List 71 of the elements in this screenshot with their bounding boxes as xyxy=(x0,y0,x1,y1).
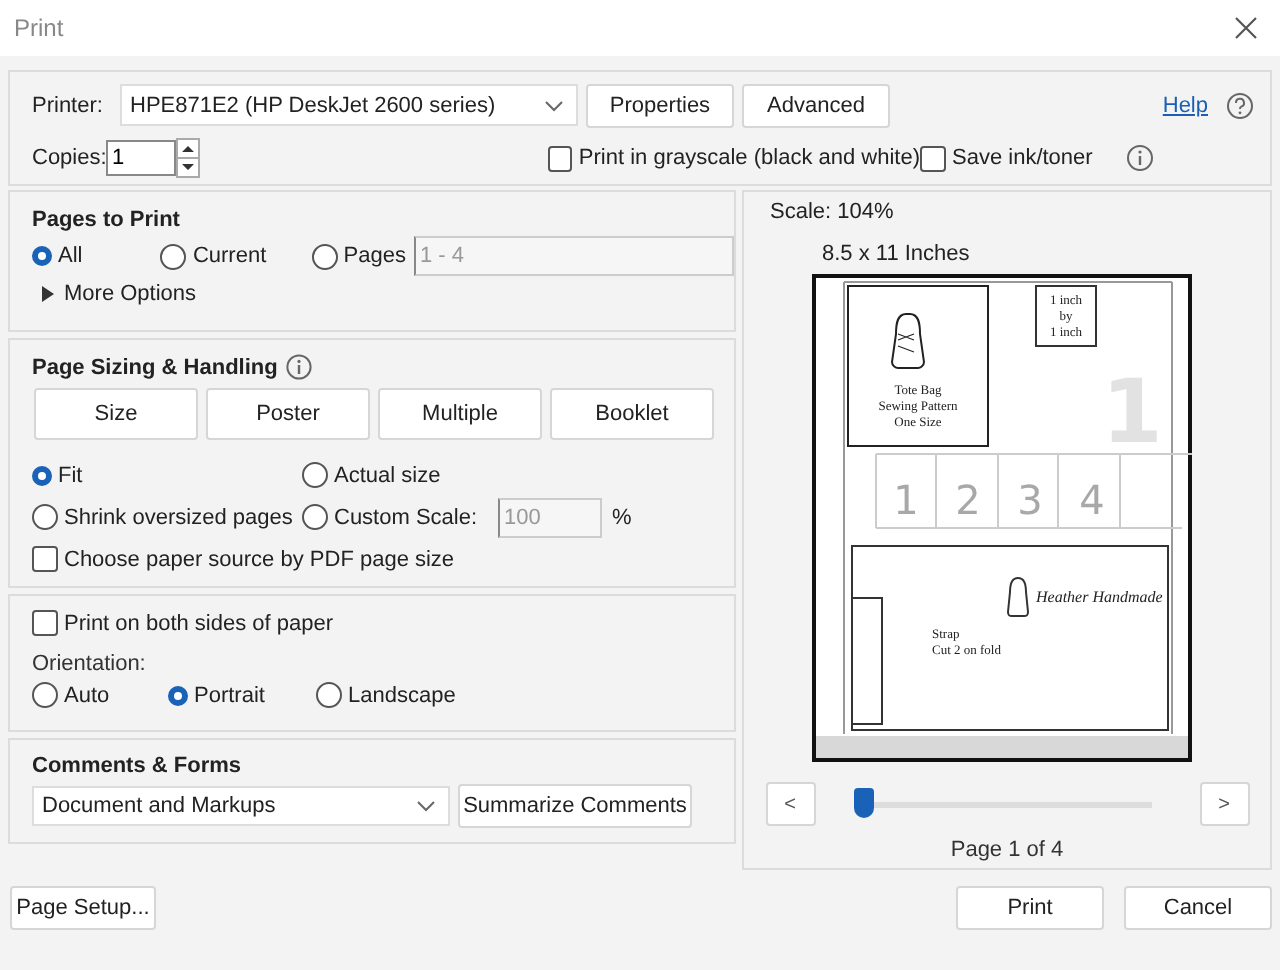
checkbox[interactable] xyxy=(548,145,573,171)
dialog-button[interactable]: Print xyxy=(956,886,1104,930)
radio-button[interactable] xyxy=(32,465,52,485)
dialog-button[interactable]: Advanced xyxy=(742,83,890,127)
chevron-down-icon xyxy=(544,99,564,111)
checkbox[interactable] xyxy=(920,145,946,171)
copies-label: Copies: xyxy=(32,146,106,170)
option-label: Custom Scale: xyxy=(334,505,478,529)
radio-button[interactable] xyxy=(32,682,58,708)
window-title: Print xyxy=(14,14,66,42)
checkbox-label: Choose paper source by PDF page size xyxy=(64,547,455,571)
dialog-button[interactable]: Properties xyxy=(586,83,734,127)
dialog-button[interactable]: Cancel xyxy=(1124,886,1272,930)
help-link[interactable]: Help xyxy=(1162,93,1208,117)
more-options-toggle[interactable]: More Options xyxy=(42,282,197,306)
comments-dropdown[interactable]: Document and Markups xyxy=(32,786,450,826)
option-label: Landscape xyxy=(348,683,456,707)
section-title: Page Sizing & Handling xyxy=(32,355,278,379)
radio-button[interactable] xyxy=(160,243,187,269)
option-label: Portrait xyxy=(194,683,265,707)
section-title: Comments & Forms xyxy=(32,754,244,778)
sizing-mode-button[interactable]: Size xyxy=(34,388,198,440)
slider-thumb[interactable] xyxy=(854,788,875,818)
option-label: All xyxy=(58,244,83,268)
copies-field[interactable]: 1 xyxy=(106,140,176,176)
scale-label: Scale: 104% xyxy=(770,200,894,224)
sizing-mode-button[interactable]: Multiple xyxy=(378,388,542,440)
page-setup-button[interactable]: Page Setup... xyxy=(10,886,156,930)
question-icon xyxy=(1226,91,1254,119)
checkbox[interactable] xyxy=(32,546,58,572)
radio-button[interactable] xyxy=(316,682,342,708)
close-button[interactable] xyxy=(1232,14,1260,42)
option-label: Shrink oversized pages xyxy=(64,505,293,529)
spinner-icon xyxy=(176,138,200,178)
sizing-mode-button[interactable]: Booklet xyxy=(550,388,714,440)
radio-button[interactable] xyxy=(168,685,188,705)
checkbox-label: Print in grayscale (black and white) xyxy=(578,146,920,170)
radio-button[interactable] xyxy=(302,462,328,488)
tile-number: 2 xyxy=(955,476,981,524)
info-icon xyxy=(1126,144,1154,172)
option-label: Pages xyxy=(343,244,406,268)
summarize-button[interactable]: Summarize Comments xyxy=(458,784,692,828)
checkbox[interactable] xyxy=(32,610,58,636)
tile-number: 4 xyxy=(1079,476,1105,524)
percent-label: % xyxy=(612,505,632,529)
printer-label: Printer: xyxy=(32,93,105,117)
next-page-button[interactable]: > xyxy=(1199,782,1249,826)
checkbox-label: Save ink/toner xyxy=(952,146,1093,170)
brand-text: Heather Handmade xyxy=(1036,588,1163,606)
tile-number: 3 xyxy=(1017,476,1043,524)
radio-button[interactable] xyxy=(32,246,52,266)
section-title: Pages to Print xyxy=(32,208,182,232)
radio-button[interactable] xyxy=(32,504,58,530)
tile-number: 1 xyxy=(893,476,919,524)
radio-button[interactable] xyxy=(311,243,338,269)
paper-size-label: 8.5 x 11 Inches xyxy=(822,242,970,266)
page-indicator: Page 1 of 4 xyxy=(950,838,1064,862)
triangle-right-icon xyxy=(42,286,54,302)
option-label: Actual size xyxy=(334,463,441,487)
previous-page-button[interactable]: < xyxy=(765,782,815,826)
option-label: Current xyxy=(192,244,267,268)
printer-dropdown[interactable]: HPE871E2 (HP DeskJet 2600 series) xyxy=(120,84,578,126)
checkbox-label: Print on both sides of paper xyxy=(64,611,334,635)
radio-button[interactable] xyxy=(302,504,328,530)
scale-box xyxy=(1035,285,1097,347)
info-icon xyxy=(285,354,312,380)
sizing-mode-button[interactable]: Poster xyxy=(206,388,370,440)
chevron-down-icon xyxy=(416,800,436,812)
orientation-label: Orientation: xyxy=(32,652,148,676)
option-label: Fit xyxy=(58,463,83,487)
option-label: Auto xyxy=(64,683,110,707)
